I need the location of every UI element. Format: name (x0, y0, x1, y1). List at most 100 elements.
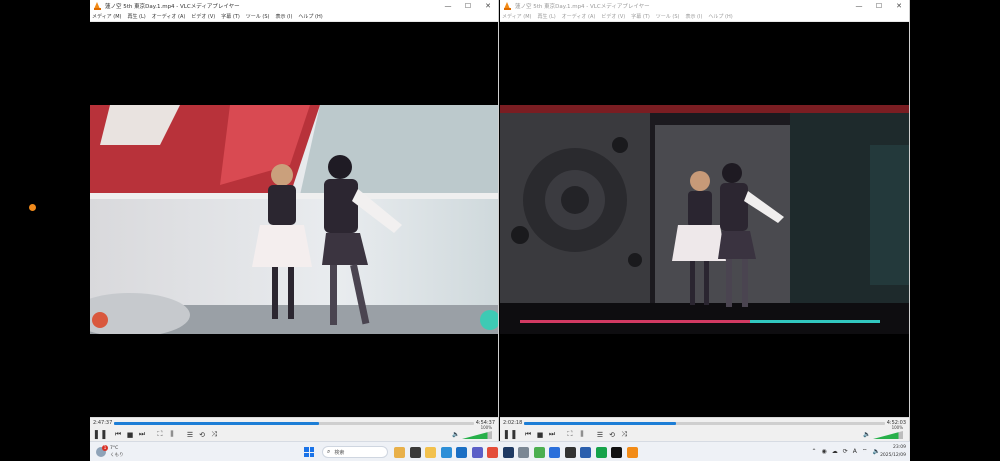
menu-help[interactable]: ヘルプ (H) (708, 13, 732, 20)
taskbar-apps: ⌕ 検索 (304, 445, 642, 459)
vlc-window-left[interactable]: 蓮ノ空 5th 東京Day.1.mp4 - VLCメディアプレイヤー — ☐ ✕… (90, 0, 499, 441)
close-button[interactable]: ✕ (478, 0, 498, 12)
clock-time: 23:09 (893, 445, 906, 450)
maximize-button[interactable]: ☐ (869, 0, 889, 12)
steam-icon[interactable] (502, 446, 514, 458)
extended-settings-button[interactable]: ⫼ (166, 429, 178, 440)
app-icon-1[interactable] (518, 446, 529, 458)
vlc-taskbar-icon[interactable] (626, 446, 638, 458)
menu-view[interactable]: 表示 (I) (685, 13, 702, 20)
pause-button[interactable]: ❚❚ (92, 429, 107, 440)
chrome-icon[interactable] (487, 446, 498, 458)
clock-date: 2025/12/09 (880, 453, 906, 458)
menu-video[interactable]: ビデオ (V) (601, 13, 625, 20)
teams-icon[interactable] (471, 446, 483, 458)
seek-bar[interactable] (524, 422, 885, 425)
onedrive-icon[interactable]: ☁ (832, 448, 838, 455)
app-icon-5[interactable] (611, 446, 622, 458)
menu-video[interactable]: ビデオ (V) (191, 13, 215, 20)
extended-settings-button[interactable]: ⫼ (576, 429, 588, 440)
video-frame (500, 105, 909, 334)
previous-button[interactable]: ⏮ (522, 429, 534, 440)
title-bar[interactable]: 蓮ノ空 5th 東京Day.1.mp4 - VLCメディアプレイヤー — ☐ ✕ (90, 0, 498, 12)
random-button[interactable]: ⤨ (208, 429, 220, 440)
title-bar[interactable]: 蓮ノ空 5th 東京Day.1.mp4 - VLCメディアプレイヤー — ☐ ✕ (500, 0, 909, 12)
taskbar-search[interactable]: ⌕ 検索 (322, 446, 388, 458)
task-view-icon[interactable] (409, 446, 421, 458)
playlist-button[interactable]: ☰ (594, 429, 606, 440)
menu-subtitle[interactable]: 字幕 (T) (221, 13, 240, 20)
menu-tools[interactable]: ツール (S) (246, 13, 270, 20)
chevron-up-icon[interactable]: ⌃ (811, 448, 816, 455)
seek-progress (524, 422, 676, 425)
close-button[interactable]: ✕ (889, 0, 909, 12)
speaker-icon[interactable]: 🔈 (863, 431, 870, 438)
volume-control[interactable]: 🔈 100% (863, 425, 903, 439)
menu-audio[interactable]: オーディオ (A) (152, 13, 186, 20)
clock[interactable]: 23:09 2025/12/09 (880, 444, 906, 460)
status-dot (29, 204, 36, 211)
vlc-window-right[interactable]: 蓮ノ空 5th 東京Day.1.mp4 - VLCメディアプレイヤー — ☐ ✕… (500, 0, 910, 441)
menu-help[interactable]: ヘルプ (H) (298, 13, 322, 20)
video-frame (90, 105, 498, 334)
system-tray: ⌃ ◉ ☁ ⟳ A ⌔ 🔈 (806, 447, 880, 456)
playlist-button[interactable]: ☰ (184, 429, 196, 440)
menu-subtitle[interactable]: 字幕 (T) (631, 13, 650, 20)
previous-button[interactable]: ⏮ (112, 429, 124, 440)
random-button[interactable]: ⤨ (618, 429, 630, 440)
weather-temperature: 7°C (110, 446, 119, 451)
loop-button[interactable]: ⟲ (606, 429, 618, 440)
volume-slider[interactable] (873, 431, 903, 439)
app-icon-3[interactable] (564, 446, 576, 458)
pause-button[interactable]: ❚❚ (502, 429, 517, 440)
weather-widget[interactable]: 1 7°C くもり (96, 444, 136, 460)
menu-media[interactable]: メディア (M) (92, 13, 121, 20)
volume-label: 100% (480, 425, 492, 430)
vpn-shield-icon[interactable] (580, 446, 591, 458)
copilot-icon[interactable] (394, 446, 405, 458)
fullscreen-button[interactable]: ⛶ (564, 429, 576, 440)
seek-progress (114, 422, 320, 425)
menu-audio[interactable]: オーディオ (A) (562, 13, 596, 20)
menu-playback[interactable]: 再生 (L) (537, 13, 555, 20)
volume-control[interactable]: 🔈 100% (452, 425, 492, 439)
minecraft-icon[interactable] (533, 446, 545, 458)
language-indicator[interactable]: A (853, 448, 857, 455)
edge-icon[interactable] (440, 446, 452, 458)
menu-media[interactable]: メディア (M) (502, 13, 531, 20)
playback-controls: 2:47:37 4:54:37 ❚❚ ⏮ ■ ⏭ ⛶ ⫼ ☰ ⟲ ⤨ 🔈 100… (90, 417, 498, 441)
volume-icon[interactable]: 🔈 (873, 448, 880, 455)
taskbar: 1 7°C くもり ⌕ 検索 ⌃ ◉ ☁ ⟳ A ⌔ 🔈 23:09 2025/… (90, 441, 910, 461)
video-area[interactable] (90, 22, 498, 417)
speaker-icon[interactable]: 🔈 (452, 431, 459, 438)
vlc-cone-icon (94, 2, 101, 10)
minimize-button[interactable]: — (849, 0, 869, 12)
next-button[interactable]: ⏭ (546, 429, 558, 440)
menu-playback[interactable]: 再生 (L) (127, 13, 145, 20)
seek-bar[interactable] (114, 422, 474, 425)
file-explorer-icon[interactable] (425, 446, 436, 458)
outlook-icon[interactable] (456, 446, 467, 458)
video-area[interactable] (500, 22, 909, 417)
tray-app-icon[interactable]: ◉ (821, 448, 826, 455)
search-icon: ⌕ (327, 448, 331, 455)
fullscreen-button[interactable]: ⛶ (154, 429, 166, 440)
windows-start-icon[interactable] (304, 447, 314, 457)
app-icon-4[interactable] (595, 446, 607, 458)
sync-icon[interactable]: ⟳ (843, 448, 848, 455)
loop-button[interactable]: ⟲ (196, 429, 208, 440)
concert-video-frame (90, 105, 498, 334)
app-icon-2[interactable] (549, 446, 560, 458)
menu-view[interactable]: 表示 (I) (275, 13, 292, 20)
stop-button[interactable]: ■ (124, 429, 136, 440)
screen: 蓮ノ空 5th 東京Day.1.mp4 - VLCメディアプレイヤー — ☐ ✕… (0, 0, 1000, 461)
network-icon[interactable]: ⌔ (862, 447, 868, 455)
concert-video-frame (500, 105, 909, 334)
minimize-button[interactable]: — (438, 0, 458, 12)
stop-button[interactable]: ■ (534, 429, 546, 440)
maximize-button[interactable]: ☐ (458, 0, 478, 12)
volume-slider[interactable] (462, 431, 492, 439)
current-time: 2:47:37 (93, 420, 113, 426)
menu-tools[interactable]: ツール (S) (656, 13, 680, 20)
next-button[interactable]: ⏭ (136, 429, 148, 440)
